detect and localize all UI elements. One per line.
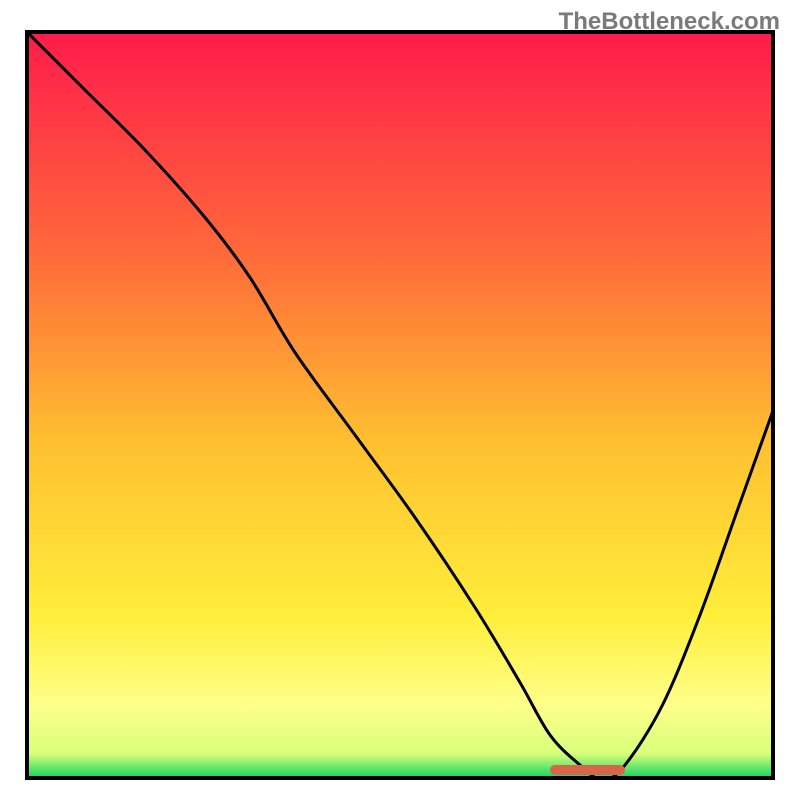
plot-area [25, 30, 775, 780]
optimal-range-marker [550, 765, 625, 775]
chart-svg [25, 30, 775, 780]
bottleneck-chart: TheBottleneck.com [0, 0, 800, 800]
